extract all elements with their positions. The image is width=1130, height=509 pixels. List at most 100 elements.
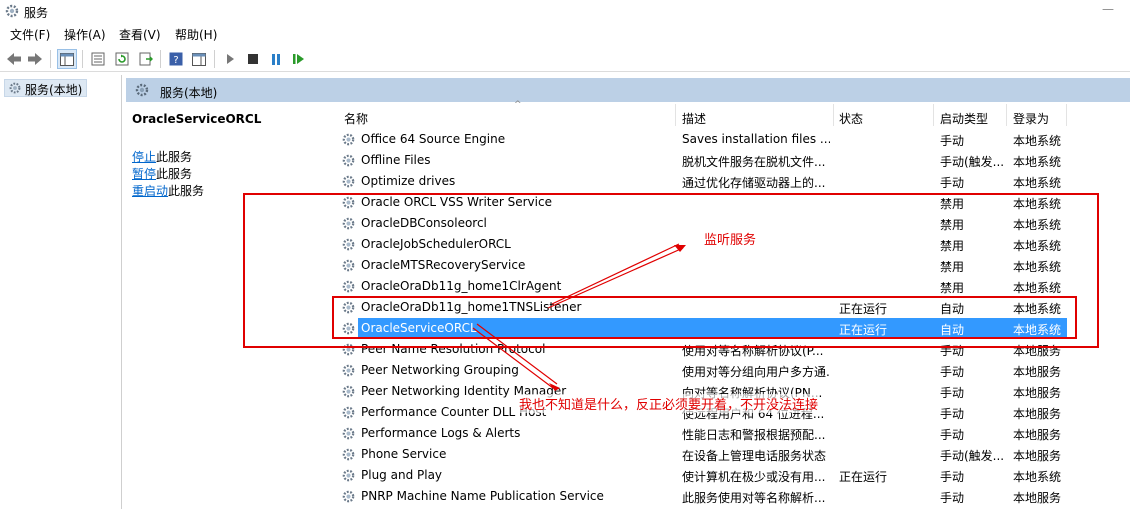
menu-bar: 文件(F) 操作(A) 查看(V) 帮助(H): [0, 22, 1130, 44]
service-startup-type: 手动: [940, 176, 965, 190]
pause-service-icon[interactable]: [266, 49, 286, 69]
service-startup-type: 手动: [940, 428, 965, 442]
service-gear-icon: [341, 447, 356, 462]
show-hide-action-pane-icon[interactable]: [189, 49, 209, 69]
restart-service-link[interactable]: 重启动: [132, 184, 168, 198]
service-description: 在设备上管理电话服务状态: [682, 449, 827, 463]
restart-service-icon[interactable]: [289, 49, 309, 69]
service-row[interactable]: Office 64 Source Engine Saves installatio…: [332, 129, 1130, 150]
service-log-on-as: 本地服务: [1013, 407, 1062, 421]
service-name: Phone Service: [361, 447, 447, 461]
column-header-startup-type[interactable]: 启动类型: [940, 102, 988, 126]
service-log-on-as: 本地服务: [1013, 449, 1062, 463]
column-header-log-on-as[interactable]: 登录为: [1013, 102, 1049, 126]
service-gear-icon: [341, 468, 356, 483]
service-description: 使计算机在极少或没有用...: [682, 470, 826, 484]
service-row[interactable]: Plug and Play 使计算机在极少或没有用... 正在运行 手动 本地系统: [332, 465, 1130, 486]
window-title: 服务: [24, 6, 49, 20]
pause-service-link[interactable]: 暂停: [132, 167, 156, 181]
service-log-on-as: 本地系统: [1013, 176, 1062, 190]
service-annotation: 我也不知道是什么，反正必须要开着，不开没法连接: [519, 394, 819, 413]
title-bar: 服务 —: [0, 0, 1130, 22]
start-service-icon[interactable]: [220, 49, 240, 69]
show-hide-console-tree-icon[interactable]: [57, 49, 77, 69]
services-gear-icon: [135, 83, 149, 97]
service-gear-icon: [341, 384, 356, 399]
console-tree: 服务(本地): [0, 75, 122, 509]
service-row[interactable]: Optimize drives 通过优化存储驱动器上的... 手动 本地系统: [332, 171, 1130, 192]
tree-node-label: 服务(本地): [25, 83, 83, 97]
services-gear-icon: [9, 82, 21, 94]
tree-node-services-local[interactable]: 服务(本地): [4, 79, 88, 97]
service-startup-type: 手动: [940, 491, 965, 505]
service-gear-icon: [341, 426, 356, 441]
export-list-icon[interactable]: [136, 49, 156, 69]
service-status: 正在运行: [839, 470, 888, 484]
stop-service-icon[interactable]: [243, 49, 263, 69]
running-services-highlight: [332, 296, 1077, 339]
service-name: Optimize drives: [361, 174, 456, 188]
service-gear-icon: [341, 363, 356, 378]
service-log-on-as: 本地系统: [1013, 155, 1062, 169]
service-name: Performance Logs & Alerts: [361, 426, 521, 440]
content-header: 服务(本地): [126, 78, 1130, 102]
refresh-icon[interactable]: [112, 49, 132, 69]
restart-action: 重启动此服务: [132, 184, 205, 198]
service-startup-type: 手动(触发...: [940, 449, 1004, 463]
content-header-title: 服务(本地): [160, 86, 218, 100]
service-name: Plug and Play: [361, 468, 443, 482]
service-gear-icon: [341, 174, 356, 189]
service-row[interactable]: Peer Networking Grouping 使用对等分组向用户多方通... 手…: [332, 360, 1130, 381]
column-header-description[interactable]: 描述: [682, 102, 706, 126]
properties-icon[interactable]: [88, 49, 108, 69]
service-gear-icon: [341, 153, 356, 168]
service-row[interactable]: Offline Files 脱机文件服务在脱机文件... 手动(触发... 本地系统: [332, 150, 1130, 171]
menu-help[interactable]: 帮助(H): [175, 26, 217, 43]
service-row[interactable]: PNRP Machine Name Publication Service 此服务…: [332, 486, 1130, 507]
back-icon[interactable]: [4, 49, 24, 69]
service-description: 通过优化存储驱动器上的...: [682, 176, 826, 190]
column-header-name[interactable]: ^ 名称: [344, 100, 522, 126]
service-description: Saves installation files ...: [682, 132, 830, 146]
service-row[interactable]: Phone Service 在设备上管理电话服务状态 手动(触发... 本地服务: [332, 444, 1130, 465]
service-log-on-as: 本地系统: [1013, 470, 1062, 484]
toolbar: ?: [0, 46, 1130, 72]
service-description: 性能日志和警报根据预配...: [682, 428, 826, 442]
service-description: 此服务使用对等名称解析...: [682, 491, 826, 505]
service-name: Office 64 Source Engine: [361, 132, 506, 146]
service-log-on-as: 本地服务: [1013, 386, 1062, 400]
service-startup-type: 手动: [940, 386, 965, 400]
selected-service-name: OracleServiceORCL: [132, 112, 262, 126]
minimize-icon[interactable]: —: [1100, 2, 1116, 16]
menu-file[interactable]: 文件(F): [10, 26, 50, 43]
menu-view[interactable]: 查看(V): [119, 26, 161, 43]
listener-annotation: 监听服务: [704, 233, 757, 248]
service-log-on-as: 本地服务: [1013, 428, 1062, 442]
service-gear-icon: [341, 405, 356, 420]
pause-action: 暂停此服务: [132, 167, 193, 181]
forward-icon[interactable]: [25, 49, 45, 69]
service-log-on-as: 本地服务: [1013, 365, 1062, 379]
service-description: 使用对等分组向用户多方通...: [682, 365, 830, 379]
service-name: Offline Files: [361, 153, 431, 167]
service-startup-type: 手动(触发...: [940, 155, 1004, 169]
service-startup-type: 手动: [940, 470, 965, 484]
service-name: Peer Networking Grouping: [361, 363, 519, 377]
service-name: PNRP Machine Name Publication Service: [361, 489, 604, 503]
column-header-status[interactable]: 状态: [839, 102, 863, 126]
service-row[interactable]: Performance Logs & Alerts 性能日志和警报根据预配... 手…: [332, 423, 1130, 444]
sort-ascending-icon: ^: [514, 100, 522, 110]
service-log-on-as: 本地系统: [1013, 134, 1062, 148]
help-icon[interactable]: ?: [166, 49, 186, 69]
service-description: 脱机文件服务在脱机文件...: [682, 155, 826, 169]
services-gear-icon: [5, 4, 19, 18]
svg-text:?: ?: [173, 55, 178, 66]
service-startup-type: 手动: [940, 134, 965, 148]
service-log-on-as: 本地服务: [1013, 491, 1062, 505]
stop-service-link[interactable]: 停止: [132, 150, 156, 164]
service-startup-type: 手动: [940, 365, 965, 379]
menu-action[interactable]: 操作(A): [64, 26, 106, 43]
service-startup-type: 手动: [940, 407, 965, 421]
service-gear-icon: [341, 132, 356, 147]
stop-action: 停止此服务: [132, 150, 193, 164]
